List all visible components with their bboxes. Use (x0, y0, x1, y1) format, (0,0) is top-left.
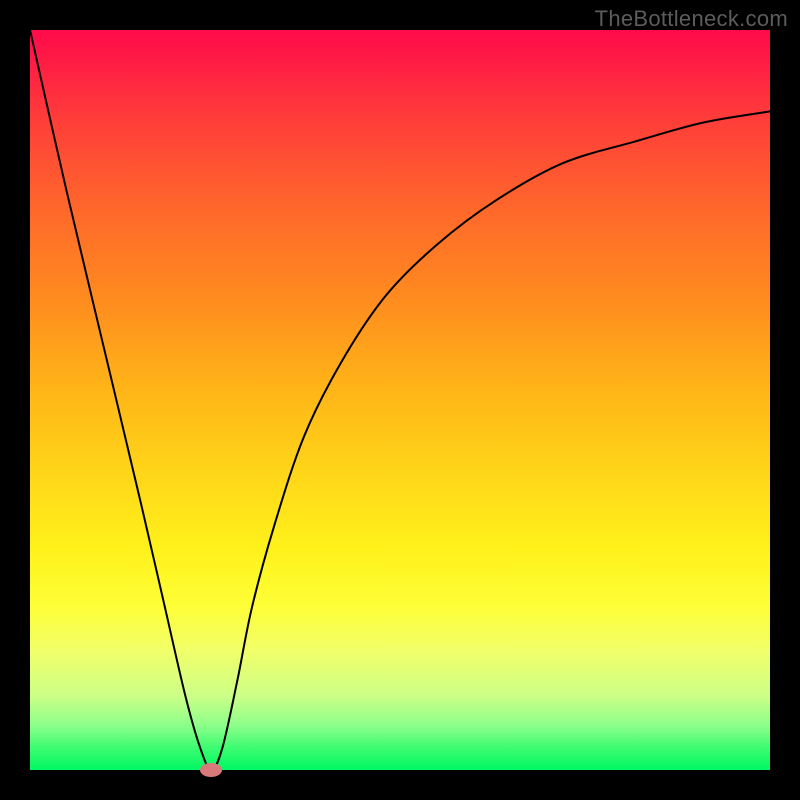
plot-area (30, 30, 770, 770)
chart-frame: TheBottleneck.com (0, 0, 800, 800)
bottleneck-curve (30, 30, 770, 770)
curve-layer (30, 30, 770, 770)
optimal-marker (200, 763, 222, 777)
watermark-text: TheBottleneck.com (595, 6, 788, 32)
